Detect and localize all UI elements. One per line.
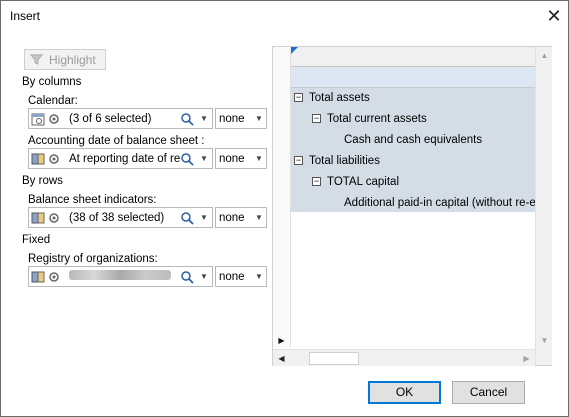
chevron-down-icon[interactable]: ▼ — [196, 114, 212, 123]
section-by-columns: By columns — [22, 76, 82, 88]
balance-indicators-label: Balance sheet indicators: — [28, 194, 157, 206]
section-by-rows: By rows — [22, 175, 63, 187]
accounting-date-label: Accounting date of balance sheet : — [28, 135, 205, 147]
vertical-scrollbar[interactable]: ▲ ▼ — [535, 47, 552, 365]
calendar-value: (3 of 6 selected) — [69, 112, 152, 125]
chevron-down-icon[interactable]: ▼ — [196, 213, 212, 222]
calendar-field[interactable]: (3 of 6 selected) ▼ — [28, 108, 213, 129]
filter-icon — [30, 54, 43, 65]
row-header-strip — [273, 47, 291, 347]
highlight-label: Highlight — [49, 52, 96, 67]
scroll-left-icon[interactable]: ◀ — [273, 350, 290, 367]
accounting-date-mode-value: none — [219, 152, 245, 165]
grid-row[interactable]: − Total assets — [291, 87, 535, 108]
cancel-button[interactable]: Cancel — [452, 381, 525, 404]
grid-row-label: Total current assets — [327, 112, 427, 125]
expand-arrow-icon[interactable]: ▶ — [273, 332, 290, 349]
preview-grid[interactable]: − Total assets − Total current assets Cash a… — [272, 46, 552, 366]
corner-marker-icon — [291, 47, 298, 54]
grid-row-label: Total assets — [309, 91, 370, 104]
chevron-down-icon: ▼ — [255, 154, 263, 163]
balance-indicators-mode-select[interactable]: none ▼ — [215, 207, 267, 228]
calendar-label: Calendar: — [28, 95, 78, 107]
book-icon — [31, 153, 45, 164]
grid-column-header — [291, 47, 535, 67]
collapse-toggle-icon[interactable]: − — [294, 93, 303, 102]
calendar-mode-value: none — [219, 112, 245, 125]
grid-row-label: Additional paid-in capital (without re-e — [344, 196, 535, 209]
grid-header-band — [291, 67, 535, 88]
grid-row-label: TOTAL capital — [327, 175, 400, 188]
grid-row-label: Total liabilities — [309, 154, 380, 167]
collapse-toggle-icon[interactable]: − — [294, 156, 303, 165]
chevron-down-icon: ▼ — [255, 272, 263, 281]
grid-table: − Total assets − Total current assets Cash a… — [291, 47, 535, 212]
chevron-down-icon[interactable]: ▼ — [196, 272, 212, 281]
accounting-date-mode-select[interactable]: none ▼ — [215, 148, 267, 169]
section-fixed: Fixed — [22, 234, 51, 246]
scroll-up-icon[interactable]: ▲ — [536, 47, 553, 64]
chevron-down-icon[interactable]: ▼ — [196, 154, 212, 163]
grid-row[interactable]: − Total liabilities — [291, 150, 535, 171]
chevron-down-icon: ▼ — [255, 114, 263, 123]
ok-button[interactable]: OK — [368, 381, 441, 404]
search-icon[interactable] — [180, 211, 196, 225]
scroll-right-icon[interactable]: ▶ — [518, 350, 535, 367]
blurred-value — [69, 270, 171, 280]
grid-row-label: Cash and cash equivalents — [344, 133, 483, 146]
balance-indicators-field[interactable]: (38 of 38 selected) ▼ — [28, 207, 213, 228]
insert-dialog: Insert ✕ Highlight By columns Calendar: … — [0, 0, 569, 417]
close-icon[interactable]: ✕ — [541, 3, 567, 29]
settings-icon[interactable] — [47, 152, 61, 166]
registry-label: Registry of organizations: — [28, 253, 158, 265]
registry-mode-value: none — [219, 270, 245, 283]
balance-indicators-mode-value: none — [219, 211, 245, 224]
book-icon — [31, 271, 45, 282]
calendar-mode-select[interactable]: none ▼ — [215, 108, 267, 129]
grid-row[interactable]: − TOTAL capital — [291, 171, 535, 192]
registry-value — [67, 270, 180, 283]
search-icon[interactable] — [180, 152, 196, 166]
search-icon[interactable] — [180, 270, 196, 284]
settings-icon[interactable] — [47, 270, 61, 284]
balance-indicators-value: (38 of 38 selected) — [69, 211, 165, 224]
collapse-toggle-icon[interactable]: − — [312, 114, 321, 123]
settings-icon[interactable] — [47, 112, 61, 126]
search-icon[interactable] — [180, 112, 196, 126]
book-icon — [31, 212, 45, 223]
grid-row[interactable]: Cash and cash equivalents — [291, 129, 535, 150]
registry-field[interactable]: ▼ — [28, 266, 213, 287]
accounting-date-value: At reporting date of re — [69, 152, 180, 165]
collapse-toggle-icon[interactable]: − — [312, 177, 321, 186]
accounting-date-field[interactable]: At reporting date of re ▼ — [28, 148, 213, 169]
registry-mode-select[interactable]: none ▼ — [215, 266, 267, 287]
grid-row[interactable]: Additional paid-in capital (without re-e — [291, 192, 535, 212]
settings-icon[interactable] — [47, 211, 61, 225]
calendar-icon — [31, 113, 45, 125]
highlight-button[interactable]: Highlight — [24, 49, 106, 70]
grid-row[interactable]: − Total current assets — [291, 108, 535, 129]
scroll-down-icon[interactable]: ▼ — [536, 332, 553, 349]
chevron-down-icon: ▼ — [255, 213, 263, 222]
dialog-title: Insert — [10, 9, 41, 23]
scroll-thumb[interactable] — [309, 352, 359, 365]
horizontal-scrollbar[interactable]: ◀ ▶ — [273, 349, 535, 366]
